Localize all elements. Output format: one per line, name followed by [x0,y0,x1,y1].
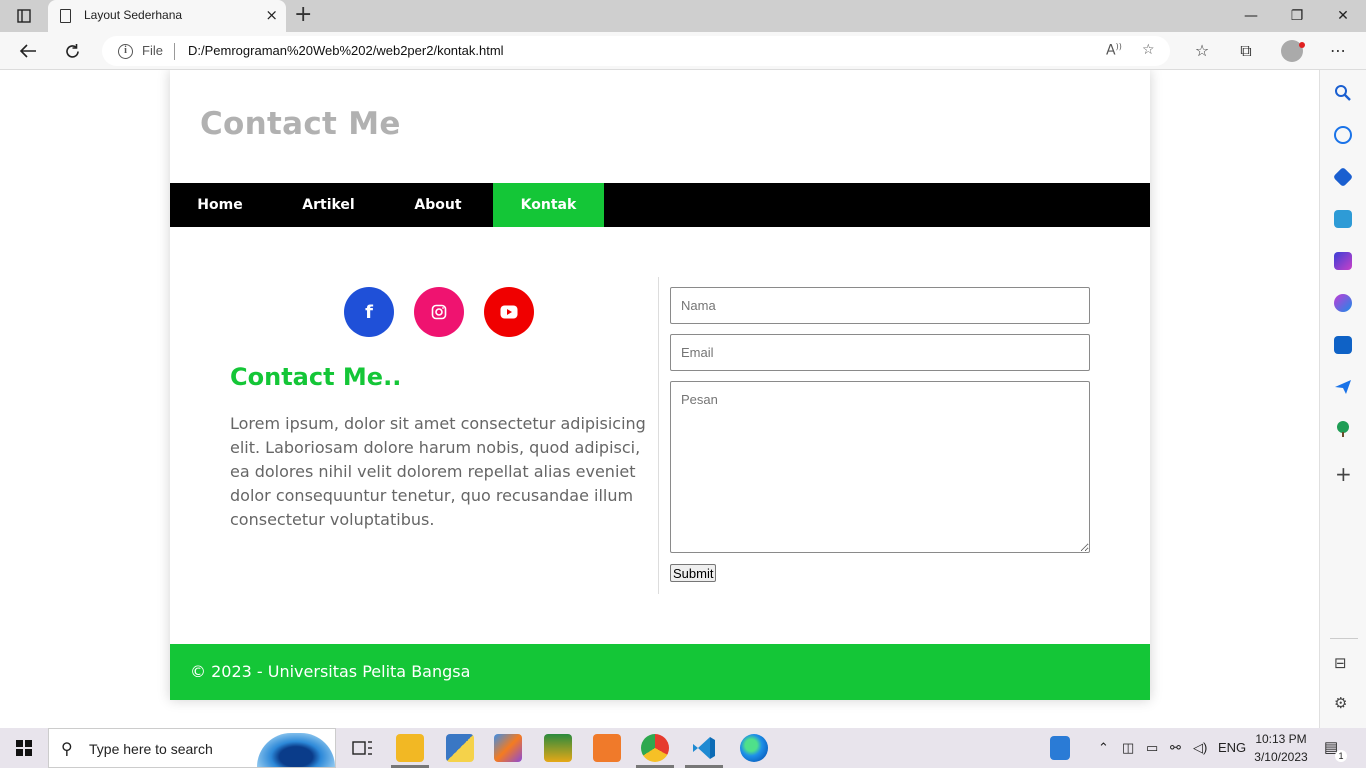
battery-icon[interactable]: ▭ [1146,740,1158,756]
windows-taskbar: ⚲ Type here to search ⌃ ◫ ▭ ⚯ ◁) ENG 10:… [0,728,1366,768]
task-view-icon[interactable] [348,734,376,762]
page-icon [60,9,71,23]
taskbar-clock[interactable]: 10:13 PM 3/10/2023 [1250,730,1312,766]
main-nav: Home Artikel About Kontak [170,183,1150,227]
new-tab-button[interactable]: + [294,4,312,26]
url-text[interactable]: D:/Pemrograman%20Web%202/web2per2/kontak… [188,43,504,58]
tools-icon[interactable] [1334,210,1352,228]
browser-tab-bar: Layout Sederhana × + — ❐ ✕ [0,0,1366,32]
submit-button[interactable]: Submit [670,564,717,582]
shopping-tag-icon[interactable] [1332,166,1354,188]
site-title: Contact Me [200,106,401,142]
email-field[interactable] [670,334,1090,371]
edge-icon[interactable] [740,734,768,762]
minimize-button[interactable]: — [1236,6,1266,26]
python-icon[interactable] [446,734,474,762]
footer-text: © 2023 - Universitas Pelita Bangsa [190,662,471,681]
nav-kontak[interactable]: Kontak [493,183,604,227]
browser-toolbar: i File D:/Pemrograman%20Web%202/web2per2… [0,32,1366,70]
favorites-icon[interactable]: ☆ [1191,41,1213,61]
site-footer: © 2023 - Universitas Pelita Bangsa [170,644,1150,700]
volume-icon[interactable]: ◁) [1193,740,1207,756]
notification-badge: 1 [1335,750,1347,762]
search-icon[interactable] [1334,84,1352,102]
network-icon[interactable]: ⚯ [1170,740,1181,756]
file-explorer-icon[interactable] [396,734,424,762]
add-sidebar-app-icon[interactable]: + [1335,464,1352,484]
instagram-icon[interactable] [414,287,464,337]
tree-icon[interactable] [1334,420,1352,438]
add-favorite-icon[interactable]: ☆ [1142,42,1155,58]
xampp-icon[interactable] [593,734,621,762]
show-hidden-icons-icon[interactable]: ⌃ [1098,740,1109,756]
site-header: Contact Me [170,70,1150,183]
contact-info-column: f Contact Me.. Lorem ipsum, dolor sit am… [170,277,659,594]
refresh-icon[interactable] [60,39,84,63]
contact-description: Lorem ipsum, dolor sit amet consectetur … [230,414,646,529]
page-viewport: Contact Me Home Artikel About Kontak f C… [0,70,1319,728]
sidebar-divider [1330,638,1358,639]
game-app-icon[interactable] [544,734,572,762]
nav-artikel[interactable]: Artikel [270,183,387,227]
taskbar-search-placeholder: Type here to search [89,741,213,757]
tab-title: Layout Sederhana [84,8,183,22]
search-highlight-image [257,733,335,767]
facebook-icon[interactable]: f [344,287,394,337]
restore-button[interactable]: ❐ [1282,6,1312,26]
games-icon[interactable] [1334,252,1352,270]
contact-content: f Contact Me.. Lorem ipsum, dolor sit am… [170,227,1150,644]
info-icon[interactable]: i [118,44,133,59]
windows-start-icon[interactable] [16,740,32,756]
language-indicator[interactable]: ENG [1218,740,1246,755]
clock-date: 3/10/2023 [1254,750,1308,764]
taskbar-search[interactable]: ⚲ Type here to search [48,728,336,768]
camera-icon[interactable]: ◫ [1122,740,1134,756]
search-icon: ⚲ [61,739,73,758]
file-label: File [142,43,163,58]
nav-about[interactable]: About [387,183,489,227]
page-container: Contact Me Home Artikel About Kontak f C… [170,70,1150,700]
app-cube-icon[interactable] [494,734,522,762]
edge-sidebar: + ⊟ ⚙ [1319,70,1366,728]
message-field[interactable] [670,381,1090,553]
settings-icon[interactable]: ⚙ [1334,694,1347,712]
hide-sidebar-icon[interactable]: ⊟ [1334,654,1347,672]
name-field[interactable] [670,287,1090,324]
notepad-icon[interactable] [1050,736,1070,760]
more-icon[interactable]: ⋯ [1327,41,1349,61]
bing-icon[interactable] [1334,126,1352,144]
collections-icon[interactable]: ⧉ [1235,41,1257,61]
back-icon[interactable] [16,39,40,63]
address-separator [174,43,175,60]
vscode-icon[interactable] [690,734,718,762]
address-bar[interactable]: i File D:/Pemrograman%20Web%202/web2per2… [102,36,1170,66]
close-window-button[interactable]: ✕ [1328,6,1358,26]
outlook-icon[interactable] [1334,336,1352,354]
close-tab-icon[interactable]: × [265,7,278,23]
nav-home[interactable]: Home [170,183,270,227]
profile-notification-dot [1299,42,1305,48]
tab-actions-icon[interactable] [8,6,40,26]
browser-tab[interactable]: Layout Sederhana × [48,0,286,32]
office-icon[interactable] [1334,294,1352,312]
contact-heading: Contact Me.. [230,363,402,391]
send-icon[interactable] [1334,378,1352,396]
youtube-icon[interactable] [484,287,534,337]
read-aloud-icon[interactable]: A)) [1106,42,1122,59]
chrome-icon[interactable] [641,734,669,762]
clock-time: 10:13 PM [1255,732,1307,746]
